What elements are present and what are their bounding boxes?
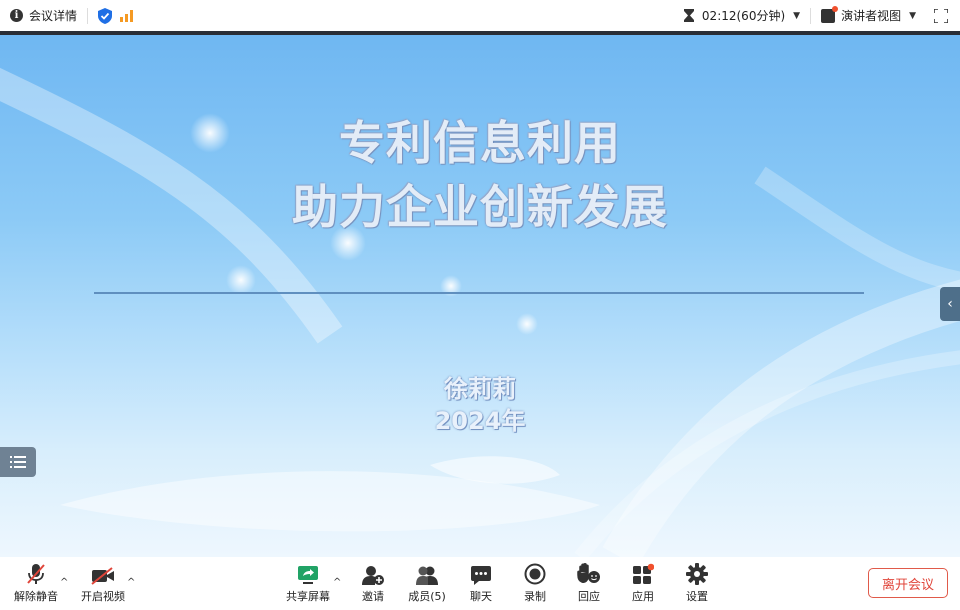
audio-options-caret[interactable]: ^ <box>60 577 68 588</box>
timer-display[interactable]: 02:12(60分钟) ▼ <box>683 7 801 24</box>
share-options-caret[interactable]: ^ <box>333 577 341 588</box>
chat-label: 聊天 <box>470 590 492 603</box>
settings-label: 设置 <box>686 590 708 603</box>
fullscreen-icon[interactable] <box>934 8 948 23</box>
presenter-view-button[interactable]: 演讲者视图 ▼ <box>821 5 916 24</box>
start-video-button[interactable]: 开启视频 <box>78 557 128 610</box>
apps-icon <box>633 563 654 584</box>
react-icon <box>577 563 600 583</box>
meeting-info-label: 会议详情 <box>29 9 78 23</box>
invite-button[interactable]: 邀请 <box>356 557 390 610</box>
record-button[interactable]: 录制 <box>520 557 550 610</box>
slide-list-button[interactable] <box>0 447 36 477</box>
mic-muted-icon <box>27 564 45 584</box>
shield-icon[interactable] <box>98 7 113 24</box>
start-video-label: 开启视频 <box>81 590 125 603</box>
share-screen-label: 共享屏幕 <box>286 590 330 603</box>
share-screen-button[interactable]: 共享屏幕 <box>284 557 332 610</box>
share-screen-icon <box>298 566 318 584</box>
bottom-toolbar: 解除静音 ^ 开启视频 ^ 共享屏幕 ^ 邀请 成员(5) 聊天 录制 回应 应… <box>0 557 960 610</box>
react-label: 回应 <box>578 590 600 603</box>
top-bar: i 会议详情 02:12(60分钟) ▼ 演讲者视图 ▼ <box>0 0 960 31</box>
signal-icon[interactable] <box>120 9 134 22</box>
apps-button[interactable]: 应用 <box>628 557 658 610</box>
invite-icon <box>362 566 384 585</box>
chat-icon <box>471 566 491 585</box>
video-off-icon <box>91 567 114 585</box>
meeting-info-button[interactable]: i 会议详情 <box>0 7 77 24</box>
list-icon <box>10 456 26 468</box>
unmute-label: 解除静音 <box>14 590 58 603</box>
slide-year: 2024年 <box>434 407 526 435</box>
collapse-panel-tab[interactable]: ‹ <box>940 287 960 321</box>
invite-label: 邀请 <box>362 590 384 603</box>
react-button[interactable]: 回应 <box>574 557 604 610</box>
presenter-view-label: 演讲者视图 <box>841 9 902 23</box>
members-icon <box>416 566 438 585</box>
apps-label: 应用 <box>632 590 654 603</box>
hourglass-icon <box>683 9 694 22</box>
unmute-button[interactable]: 解除静音 <box>12 557 60 610</box>
record-icon <box>524 563 546 585</box>
slide-title-line2: 助力企业创新发展 <box>292 180 668 234</box>
chevron-down-icon: ▼ <box>793 10 801 21</box>
leave-meeting-button[interactable]: 离开会议 <box>868 568 948 598</box>
members-button[interactable]: 成员(5) <box>406 557 448 610</box>
divider <box>87 7 89 24</box>
slide-title-line1: 专利信息利用 <box>339 116 621 170</box>
info-icon: i <box>10 9 23 22</box>
slide-divider <box>94 292 864 294</box>
timer-text: 02:12(60分钟) <box>701 9 786 23</box>
record-label: 录制 <box>524 590 546 603</box>
settings-button[interactable]: 设置 <box>682 557 712 610</box>
slide-author: 徐莉莉 <box>444 375 516 403</box>
chevron-down-icon: ▼ <box>909 10 916 21</box>
settings-icon <box>686 563 708 585</box>
video-options-caret[interactable]: ^ <box>127 577 135 588</box>
chevron-left-icon: ‹ <box>947 296 953 312</box>
members-label: 成员(5) <box>408 590 446 603</box>
presenter-view-icon <box>821 5 839 23</box>
chat-button[interactable]: 聊天 <box>466 557 496 610</box>
divider <box>810 7 812 24</box>
shared-slide: 专利信息利用 助力企业创新发展 徐莉莉 2024年 ‹ <box>0 35 960 557</box>
